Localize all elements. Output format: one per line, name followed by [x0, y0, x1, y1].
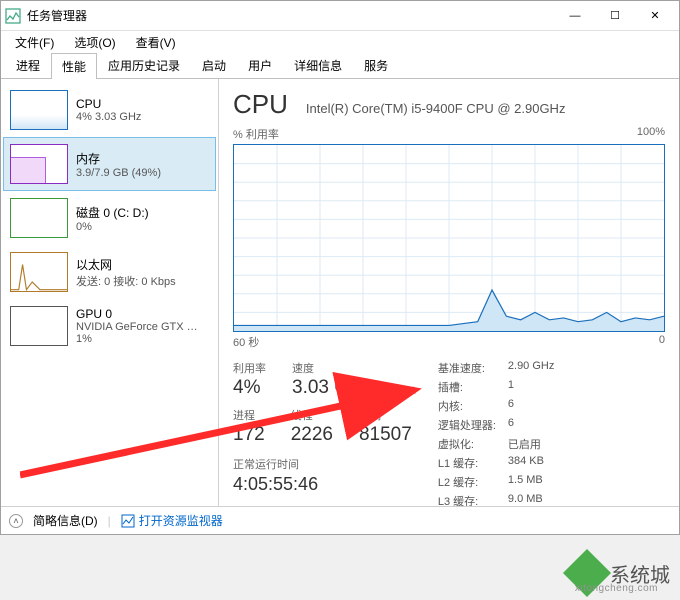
- metric-processes: 进程 172: [233, 407, 265, 446]
- sidebar-item-label: 以太网: [76, 256, 176, 273]
- sidebar-item-memory[interactable]: 内存 3.9/7.9 GB (49%): [3, 137, 216, 191]
- cpu-model: Intel(R) Core(TM) i5-9400F CPU @ 2.90GHz: [306, 101, 566, 116]
- chart-xleft: 60 秒: [233, 334, 259, 350]
- sidebar-item-cpu[interactable]: CPU 4% 3.03 GHz: [3, 83, 216, 137]
- cpu-header: CPU Intel(R) Core(TM) i5-9400F CPU @ 2.9…: [233, 89, 665, 120]
- sidebar-item-sub: 发送: 0 接收: 0 Kbps: [76, 273, 176, 289]
- menu-options[interactable]: 选项(O): [66, 32, 123, 53]
- chevron-up-icon[interactable]: ˄: [9, 514, 23, 528]
- window-title: 任务管理器: [27, 7, 555, 24]
- fewer-details-button[interactable]: 简略信息(D): [33, 512, 98, 529]
- titlebar: 任务管理器 — ☐ ✕: [1, 1, 679, 31]
- divider: |: [108, 514, 111, 528]
- memory-thumb-icon: [10, 144, 68, 184]
- menubar: 文件(F) 选项(O) 查看(V): [1, 31, 679, 53]
- sidebar-item-gpu[interactable]: GPU 0 NVIDIA GeForce GTX … 1%: [3, 299, 216, 353]
- cpu-panel: CPU Intel(R) Core(TM) i5-9400F CPU @ 2.9…: [219, 79, 679, 506]
- disk-thumb-icon: [10, 198, 68, 238]
- ethernet-thumb-icon: [10, 252, 68, 292]
- body: CPU 4% 3.03 GHz 内存 3.9/7.9 GB (49%) 磁盘 0…: [1, 79, 679, 506]
- tab-apphistory[interactable]: 应用历史记录: [97, 52, 191, 78]
- cpu-stats: 利用率 4% 速度 3.03 GHz 进程 172: [233, 360, 665, 506]
- chart-ymax: 100%: [637, 126, 665, 142]
- watermark-url: xitongcheng.com: [575, 583, 658, 594]
- maximize-button[interactable]: ☐: [595, 1, 635, 30]
- gpu-thumb-icon: [10, 306, 68, 346]
- menu-view[interactable]: 查看(V): [128, 32, 184, 53]
- cpu-title: CPU: [233, 89, 288, 120]
- sidebar-item-sub: NVIDIA GeForce GTX …: [76, 321, 198, 333]
- cpu-spec-table: 基准速度:2.90 GHz 插槽:1 内核:6 逻辑处理器:6 虚拟化:已启用 …: [438, 360, 555, 506]
- tab-performance[interactable]: 性能: [51, 53, 97, 79]
- sidebar-item-label: 磁盘 0 (C: D:): [76, 204, 149, 221]
- app-icon: [5, 8, 21, 24]
- task-manager-window: 任务管理器 — ☐ ✕ 文件(F) 选项(O) 查看(V) 进程 性能 应用历史…: [0, 0, 680, 535]
- tab-startup[interactable]: 启动: [191, 52, 237, 78]
- close-button[interactable]: ✕: [635, 1, 675, 30]
- tab-details[interactable]: 详细信息: [283, 52, 353, 78]
- sidebar-item-label: CPU: [76, 97, 141, 111]
- tabstrip: 进程 性能 应用历史记录 启动 用户 详细信息 服务: [1, 53, 679, 79]
- sidebar-item-label: GPU 0: [76, 307, 198, 321]
- sidebar-item-sub: 0%: [76, 221, 149, 233]
- sidebar-item-ethernet[interactable]: 以太网 发送: 0 接收: 0 Kbps: [3, 245, 216, 299]
- sidebar-item-label: 内存: [76, 150, 161, 167]
- statusbar: ˄ 简略信息(D) | 打开资源监视器: [1, 506, 679, 534]
- metric-speed: 速度 3.03 GHz: [292, 360, 372, 399]
- metric-uptime: 正常运行时间 4:05:55:46: [233, 456, 412, 495]
- sidebar: CPU 4% 3.03 GHz 内存 3.9/7.9 GB (49%) 磁盘 0…: [1, 79, 219, 506]
- menu-file[interactable]: 文件(F): [7, 32, 62, 53]
- open-resource-monitor-link[interactable]: 打开资源监视器: [121, 512, 223, 529]
- metric-utilization: 利用率 4%: [233, 360, 266, 399]
- chart-xright: 0: [659, 334, 665, 350]
- tab-services[interactable]: 服务: [353, 52, 399, 78]
- sidebar-item-disk[interactable]: 磁盘 0 (C: D:) 0%: [3, 191, 216, 245]
- cpu-thumb-icon: [10, 90, 68, 130]
- tab-users[interactable]: 用户: [237, 52, 283, 78]
- chart-ylabel: % 利用率: [233, 126, 279, 142]
- metric-threads: 线程 2226: [291, 407, 333, 446]
- resource-monitor-icon: [121, 514, 135, 528]
- minimize-button[interactable]: —: [555, 1, 595, 30]
- tab-processes[interactable]: 进程: [5, 52, 51, 78]
- metric-handles: 句柄 81507: [359, 407, 412, 446]
- cpu-utilization-chart[interactable]: [233, 144, 665, 332]
- sidebar-item-sub: 4% 3.03 GHz: [76, 111, 141, 123]
- watermark: 系统城 xitongcheng.com: [570, 556, 670, 590]
- sidebar-item-sub: 3.9/7.9 GB (49%): [76, 167, 161, 179]
- sidebar-item-sub2: 1%: [76, 333, 198, 345]
